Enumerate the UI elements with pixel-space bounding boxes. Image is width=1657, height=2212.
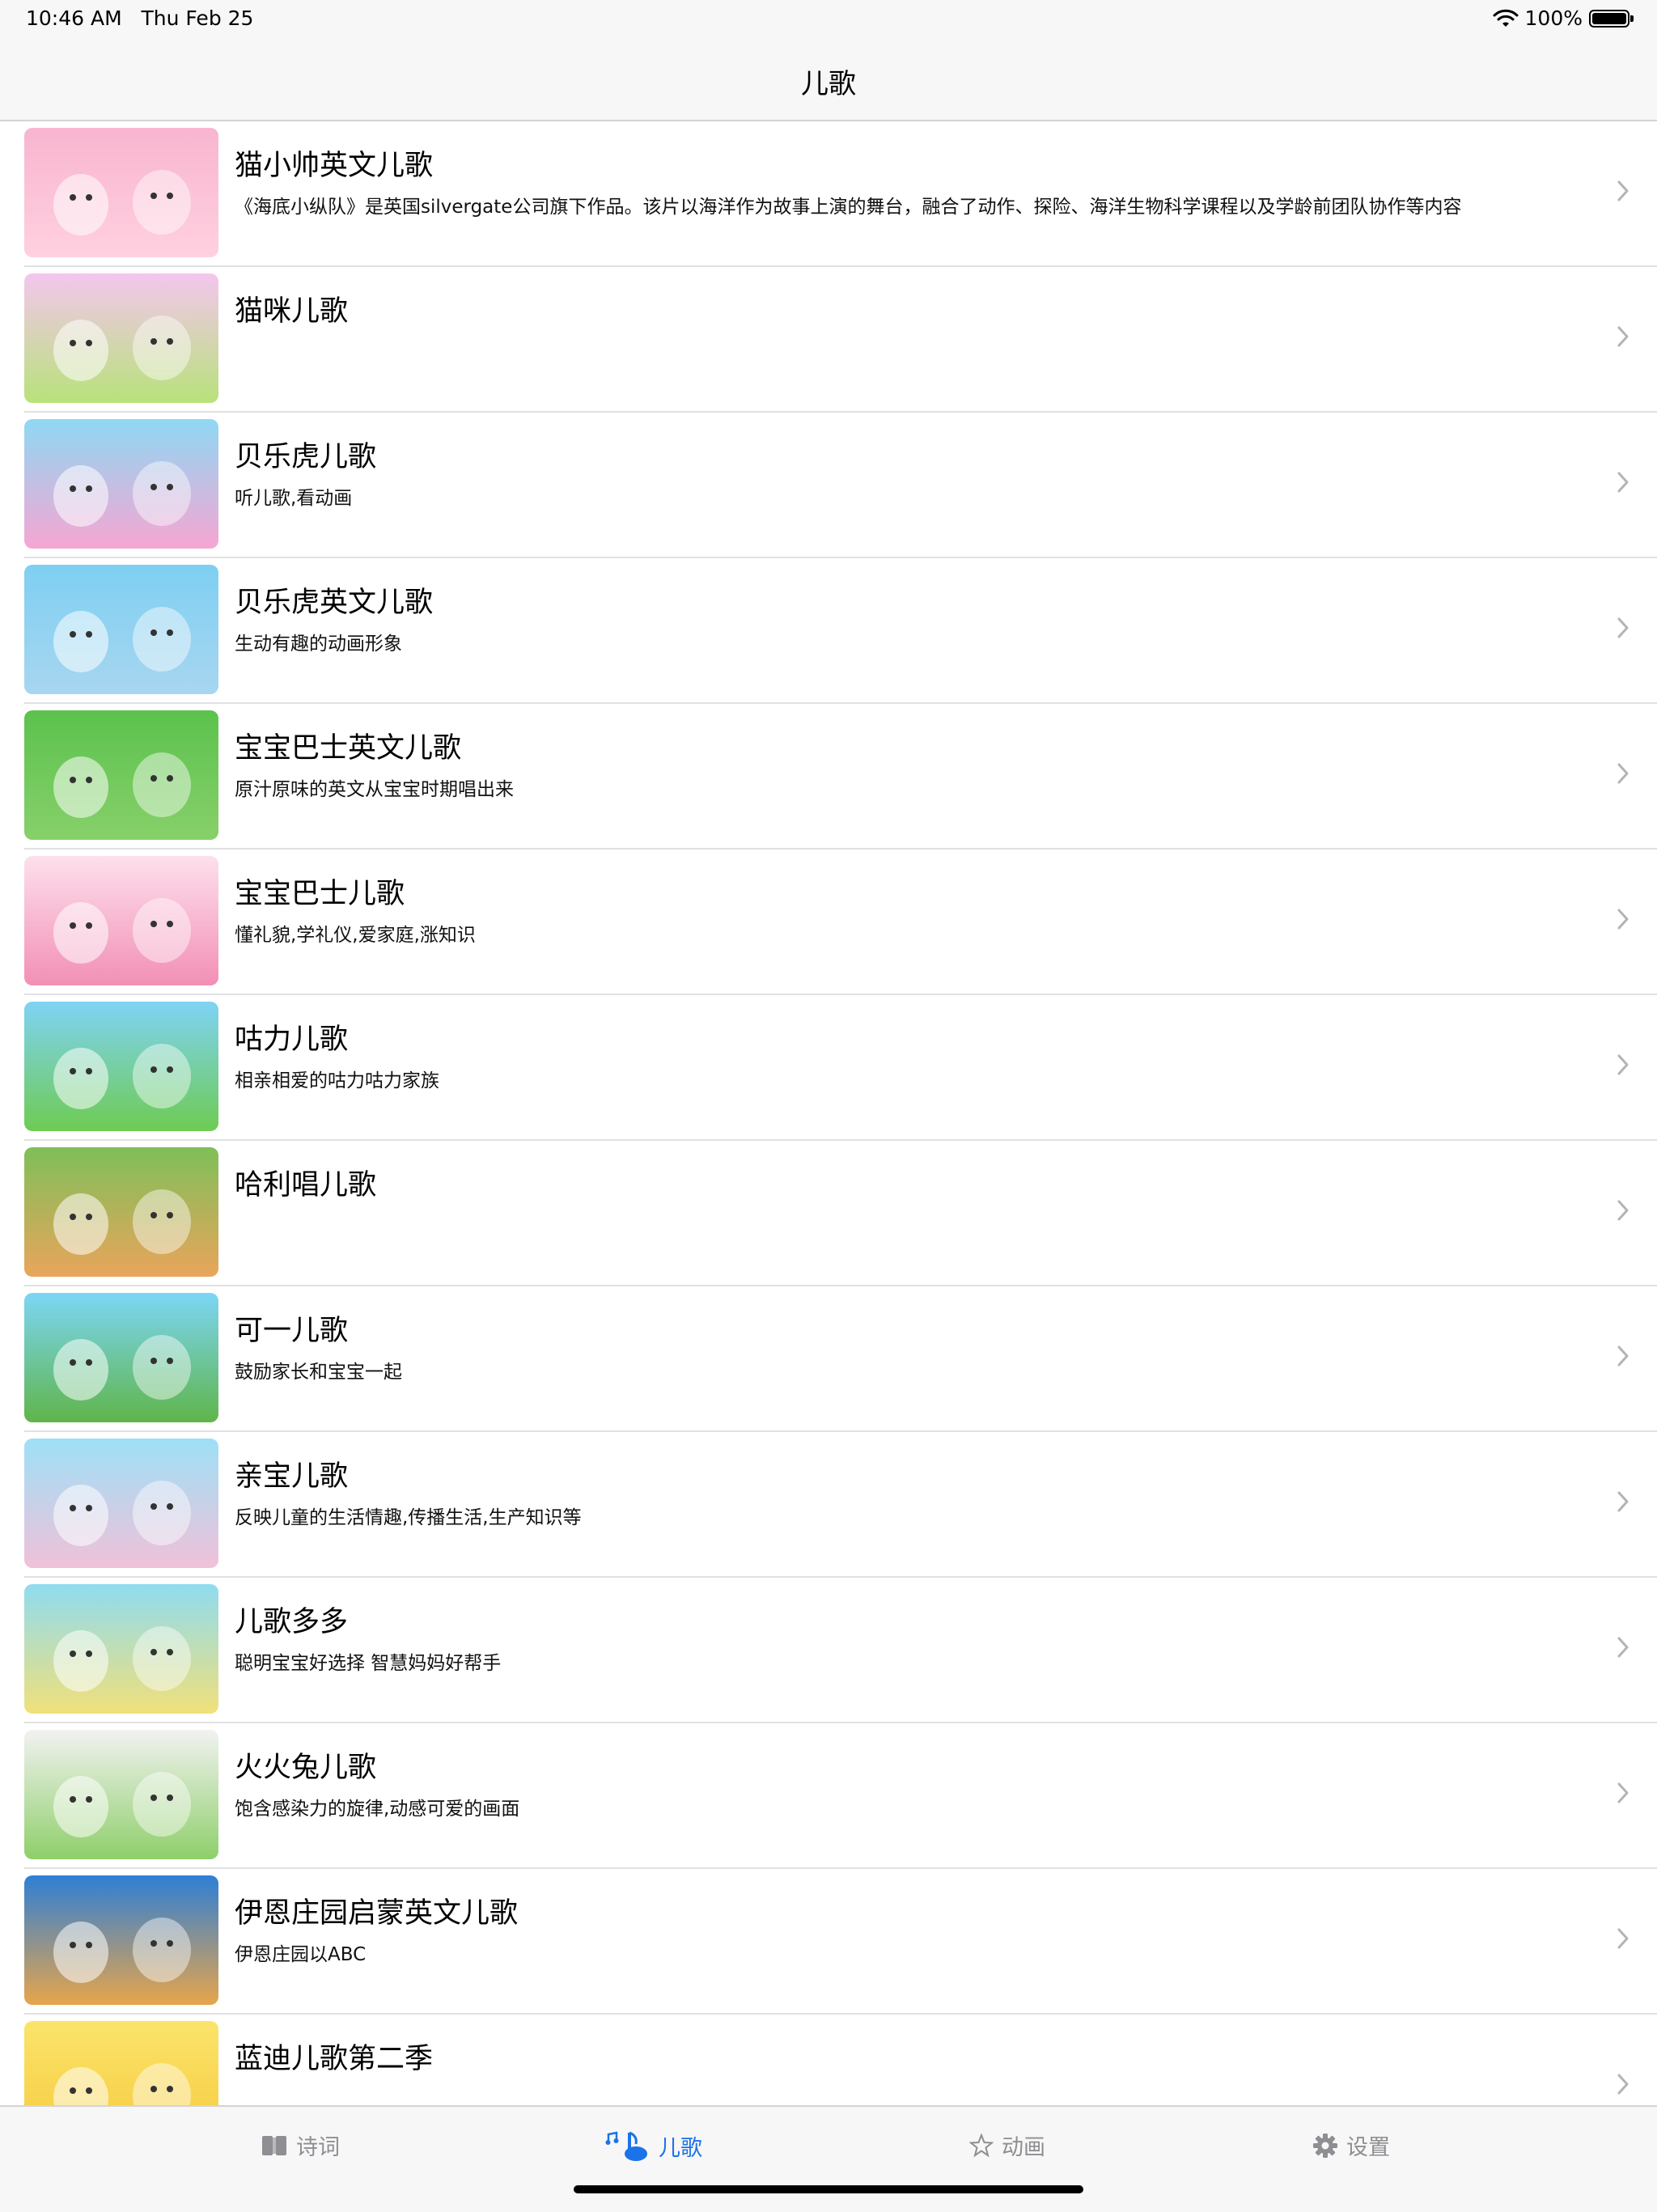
item-subtitle: 饱含感染力的旋律,动感可爱的画面: [235, 1799, 520, 1820]
thumbnail-image: [24, 1730, 218, 1859]
list-item[interactable]: 宝宝巴士英文儿歌原汁原味的英文从宝宝时期唱出来: [0, 704, 1657, 850]
item-title: 蓝迪儿歌第二季: [235, 2043, 434, 2075]
thumbnail-image: [24, 565, 218, 694]
chevron-right-icon: [1617, 1345, 1629, 1367]
navigation-bar: 儿歌: [0, 39, 1657, 121]
tab-settings[interactable]: 设置: [1312, 2129, 1390, 2161]
thumbnail-image: [24, 128, 218, 257]
tab-animation[interactable]: 动画: [969, 2129, 1045, 2161]
list-item[interactable]: 蓝迪儿歌第二季: [0, 2015, 1657, 2105]
thumbnail-image: [24, 419, 218, 549]
list-item[interactable]: 猫小帅英文儿歌《海底小纵队》是英国silvergate公司旗下作品。该片以海洋作…: [0, 121, 1657, 267]
chevron-right-icon: [1617, 1054, 1629, 1075]
item-title: 贝乐虎儿歌: [235, 441, 377, 473]
song-list[interactable]: 猫小帅英文儿歌《海底小纵队》是英国silvergate公司旗下作品。该片以海洋作…: [0, 121, 1657, 2105]
book-icon: [262, 2135, 286, 2155]
list-item[interactable]: 猫咪儿歌: [0, 267, 1657, 413]
thumbnail-image: [24, 1147, 218, 1277]
item-title: 亲宝儿歌: [235, 1460, 349, 1493]
list-item[interactable]: 伊恩庄园启蒙英文儿歌伊恩庄园以ABC: [0, 1869, 1657, 2015]
list-item[interactable]: 可一儿歌鼓励家长和宝宝一起: [0, 1286, 1657, 1432]
chevron-right-icon: [1617, 1491, 1629, 1512]
chevron-right-icon: [1617, 326, 1629, 347]
home-indicator: [574, 2185, 1083, 2193]
item-title: 伊恩庄园启蒙英文儿歌: [235, 1897, 519, 1930]
item-title: 可一儿歌: [235, 1315, 349, 1347]
status-date-text: Thu Feb 25: [141, 6, 254, 30]
tab-poems-label: 诗词: [296, 2135, 340, 2160]
list-item[interactable]: 贝乐虎英文儿歌生动有趣的动画形象: [0, 558, 1657, 704]
thumbnail-image: [24, 1584, 218, 1714]
list-item[interactable]: 咕力儿歌相亲相爱的咕力咕力家族: [0, 995, 1657, 1141]
item-subtitle: 原汁原味的英文从宝宝时期唱出来: [235, 779, 514, 800]
wifi-icon: [1493, 9, 1519, 27]
thumbnail-image: [24, 1439, 218, 1568]
item-subtitle: 听儿歌,看动画: [235, 488, 353, 509]
chevron-right-icon: [1617, 472, 1629, 493]
item-subtitle: 《海底小纵队》是英国silvergate公司旗下作品。该片以海洋作为故事上演的舞…: [235, 197, 1462, 218]
thumbnail-image: [24, 2021, 218, 2105]
item-subtitle: 伊恩庄园以ABC: [235, 1944, 367, 1965]
status-time-text: 10:46 AM: [26, 6, 122, 30]
thumbnail-image: [24, 710, 218, 840]
status-time: 10:46 AM Thu Feb 25: [26, 6, 253, 30]
chevron-right-icon: [1617, 1782, 1629, 1803]
item-subtitle: 反映儿童的生活情趣,传播生活,生产知识等: [235, 1507, 582, 1528]
tab-settings-label: 设置: [1346, 2135, 1390, 2160]
item-title: 儿歌多多: [235, 1606, 349, 1638]
tab-bar: 诗词 儿歌 动画 设置: [0, 2105, 1657, 2212]
item-title: 火火兔儿歌: [235, 1752, 377, 1784]
gear-icon: [1313, 2133, 1337, 2158]
item-title: 哈利唱儿歌: [235, 1169, 377, 1201]
battery-percent: 100%: [1524, 6, 1583, 30]
status-bar: 10:46 AM Thu Feb 25 100%: [0, 0, 1657, 39]
item-title: 咕力儿歌: [235, 1023, 349, 1056]
item-title: 猫小帅英文儿歌: [235, 150, 434, 182]
item-subtitle: 相亲相爱的咕力咕力家族: [235, 1070, 439, 1091]
thumbnail-image: [24, 1875, 218, 2005]
list-item[interactable]: 哈利唱儿歌: [0, 1141, 1657, 1286]
list-item[interactable]: 火火兔儿歌饱含感染力的旋律,动感可爱的画面: [0, 1723, 1657, 1869]
status-right: 100%: [1493, 6, 1634, 30]
thumbnail-image: [24, 856, 218, 985]
thumbnail-image: [24, 1293, 218, 1422]
tab-songs-label: 儿歌: [659, 2135, 702, 2161]
chevron-right-icon: [1617, 180, 1629, 201]
tab-animation-label: 动画: [1002, 2135, 1045, 2160]
list-item[interactable]: 贝乐虎儿歌听儿歌,看动画: [0, 413, 1657, 558]
chevron-right-icon: [1617, 909, 1629, 930]
list-item[interactable]: 宝宝巴士儿歌懂礼貌,学礼仪,爱家庭,涨知识: [0, 850, 1657, 995]
chevron-right-icon: [1617, 1637, 1629, 1658]
item-title: 宝宝巴士儿歌: [235, 878, 405, 910]
chevron-right-icon: [1617, 2074, 1629, 2095]
item-subtitle: 懂礼貌,学礼仪,爱家庭,涨知识: [235, 925, 476, 946]
music-note-icon: [605, 2131, 647, 2161]
chevron-right-icon: [1617, 1928, 1629, 1949]
chevron-right-icon: [1617, 763, 1629, 784]
thumbnail-image: [24, 1002, 218, 1131]
item-title: 贝乐虎英文儿歌: [235, 587, 434, 619]
chevron-right-icon: [1617, 1200, 1629, 1221]
tab-poems[interactable]: 诗词: [261, 2129, 340, 2161]
battery-icon: [1589, 9, 1634, 28]
chevron-right-icon: [1617, 617, 1629, 638]
thumbnail-image: [24, 273, 218, 403]
page-title: 儿歌: [801, 68, 856, 100]
star-icon: [969, 2133, 994, 2157]
item-subtitle: 聪明宝宝好选择 智慧妈妈好帮手: [235, 1653, 502, 1674]
list-item[interactable]: 儿歌多多聪明宝宝好选择 智慧妈妈好帮手: [0, 1578, 1657, 1723]
item-subtitle: 鼓励家长和宝宝一起: [235, 1362, 402, 1383]
tab-songs[interactable]: 儿歌: [605, 2129, 702, 2162]
item-title: 猫咪儿歌: [235, 295, 349, 328]
item-title: 宝宝巴士英文儿歌: [235, 732, 462, 765]
list-item[interactable]: 亲宝儿歌反映儿童的生活情趣,传播生活,生产知识等: [0, 1432, 1657, 1578]
item-subtitle: 生动有趣的动画形象: [235, 634, 402, 655]
